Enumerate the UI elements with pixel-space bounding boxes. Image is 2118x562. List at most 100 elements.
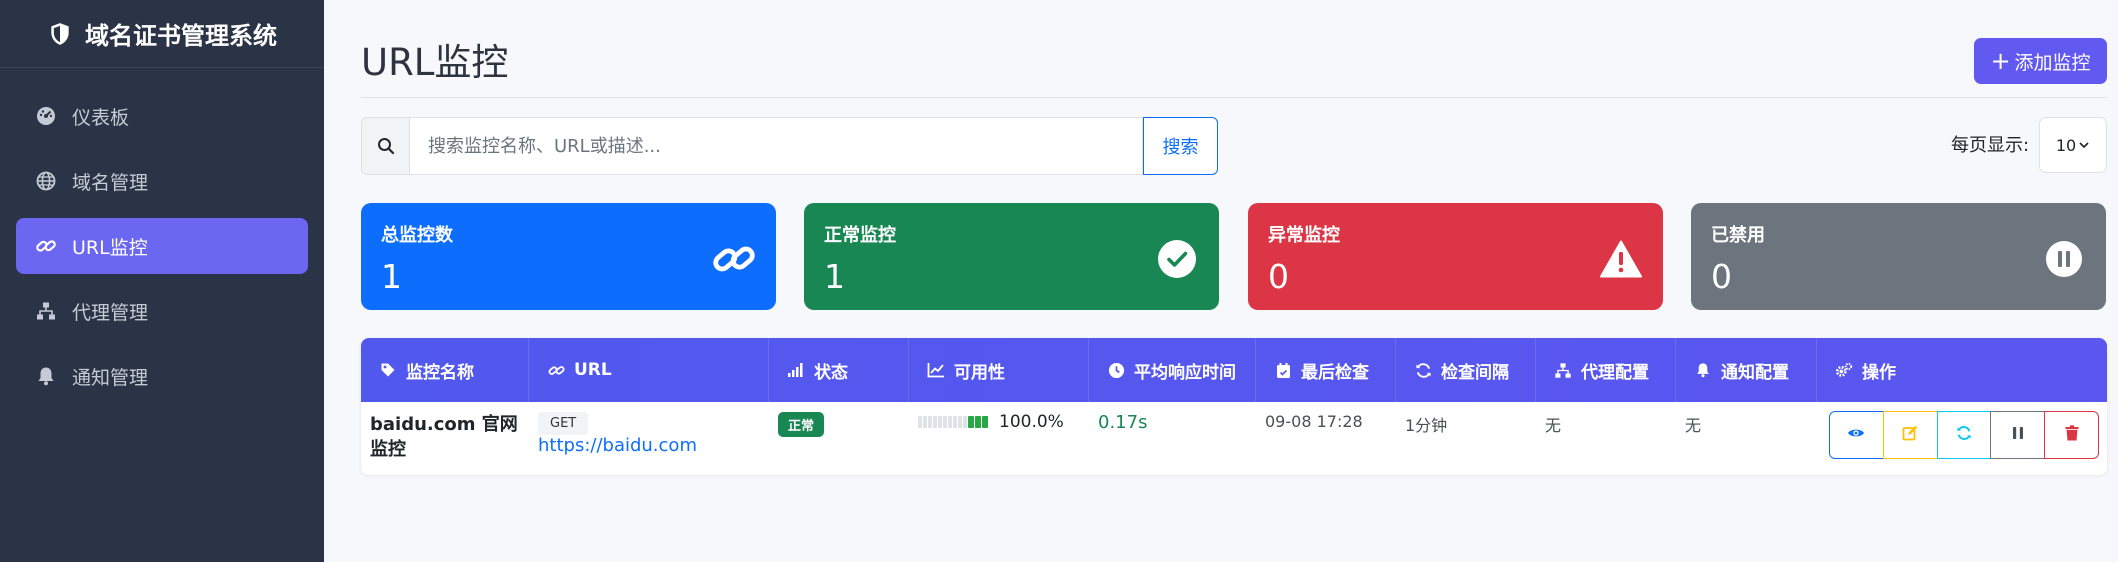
stat-label: 异常监控: [1268, 225, 1340, 246]
cell-name: baidu.com 官网 监控: [361, 402, 529, 475]
monitor-table: 监控名称 URL 状态 可用性 平均响应时间 最后检查 检查间隔 代理配置 通知…: [361, 338, 2107, 475]
stat-value: 0: [1711, 257, 1732, 296]
stat-card-error: 异常监控 0: [1248, 203, 1663, 310]
table-row: baidu.com 官网 监控 GET https://baidu.com 正常…: [361, 402, 2107, 475]
stat-card-normal: 正常监控 1: [804, 203, 1219, 310]
search-button[interactable]: 搜索: [1143, 117, 1218, 175]
page-title: URL监控: [361, 41, 509, 84]
check-circle-icon: [1155, 237, 1199, 281]
bell-icon: [34, 364, 58, 388]
notify-value: 无: [1685, 416, 1702, 435]
search-input[interactable]: [409, 117, 1143, 175]
cell-interval: 1分钟: [1396, 402, 1536, 475]
shield-icon: [47, 21, 73, 47]
add-monitor-button[interactable]: + 添加监控: [1974, 38, 2107, 84]
network-icon: [1554, 361, 1572, 379]
clock-icon: [1107, 361, 1125, 379]
sidebar-item-domains[interactable]: 域名管理: [16, 153, 308, 209]
signal-icon: [787, 361, 805, 379]
bell-icon: [1694, 361, 1712, 379]
per-page-select[interactable]: 10: [2039, 117, 2107, 173]
add-monitor-label: 添加监控: [2014, 51, 2091, 74]
header-divider: [361, 97, 2107, 98]
monitor-name[interactable]: baidu.com 官网 监控: [370, 412, 520, 462]
availability-value: 100.0%: [999, 412, 1064, 432]
edit-icon: [1902, 425, 1918, 446]
sidebar-item-label: URL监控: [72, 236, 148, 259]
column-header-last-check: 最后检查: [1256, 338, 1396, 402]
availability-bars: [918, 416, 989, 428]
link-icon: [34, 234, 58, 258]
stat-label: 总监控数: [381, 225, 453, 246]
trash-icon: [2065, 424, 2079, 446]
sync-icon: [1956, 425, 1972, 446]
column-header-url: URL: [529, 338, 769, 402]
edit-button[interactable]: [1882, 411, 1938, 459]
plus-icon: +: [1990, 47, 2011, 75]
cell-actions: [1817, 402, 2107, 475]
column-header-actions: 操作: [1817, 338, 2107, 402]
column-header-status: 状态: [769, 338, 909, 402]
link-icon: [712, 237, 756, 281]
stat-value: 0: [1268, 257, 1289, 296]
column-header-name: 监控名称: [361, 338, 529, 402]
cell-response-time: 0.17s: [1089, 402, 1256, 475]
tag-icon: [379, 361, 397, 379]
response-time-value: 0.17s: [1098, 412, 1148, 433]
sync-icon: [1414, 361, 1432, 379]
stat-card-total: 总监控数 1: [361, 203, 776, 310]
url-link[interactable]: https://baidu.com: [538, 435, 697, 456]
stat-value: 1: [824, 257, 845, 296]
gears-icon: [1835, 361, 1853, 379]
pause-icon: [2012, 425, 2024, 445]
chart-line-icon: [927, 361, 945, 379]
per-page-value: 10: [2055, 135, 2077, 155]
column-header-proxy: 代理配置: [1536, 338, 1676, 402]
warning-icon: [1599, 237, 1643, 281]
interval-value: 1分钟: [1405, 416, 1448, 435]
cell-status: 正常: [769, 402, 909, 475]
sidebar-item-dashboard[interactable]: 仪表板: [16, 88, 308, 144]
sidebar-item-label: 代理管理: [72, 301, 149, 324]
column-header-notify: 通知配置: [1676, 338, 1817, 402]
globe-icon: [34, 169, 58, 193]
cell-notify: 无: [1676, 402, 1817, 475]
proxy-value: 无: [1545, 416, 1562, 435]
check-now-button[interactable]: [1936, 411, 1992, 459]
sidebar-item-notifications[interactable]: 通知管理: [16, 348, 308, 404]
cell-url: GET https://baidu.com: [529, 402, 769, 475]
pause-circle-icon: [2042, 237, 2086, 281]
stat-card-disabled: 已禁用 0: [1691, 203, 2106, 310]
delete-button[interactable]: [2044, 411, 2099, 459]
cell-proxy: 无: [1536, 402, 1676, 475]
eye-icon: [1847, 425, 1865, 445]
chevron-down-icon: [2078, 139, 2090, 151]
sidebar-item-proxy[interactable]: 代理管理: [16, 283, 308, 339]
brand: 域名证书管理系统: [0, 0, 324, 68]
link-icon: [547, 361, 565, 379]
sidebar-nav: 仪表板 域名管理 URL监控 代理管理 通知管理: [0, 68, 324, 433]
cell-last-check: 09-08 17:28: [1256, 402, 1396, 475]
sidebar-item-label: 仪表板: [72, 106, 130, 129]
last-check-value: 09-08 17:28: [1265, 412, 1363, 431]
table-header: 监控名称 URL 状态 可用性 平均响应时间 最后检查 检查间隔 代理配置 通知…: [361, 338, 2107, 402]
stat-value: 1: [381, 257, 402, 296]
main-content: URL监控 + 添加监控 搜索 每页显示: 10 总监控数 1 正常监控 1 异…: [324, 0, 2118, 562]
calendar-icon: [1274, 361, 1292, 379]
network-icon: [34, 299, 58, 323]
status-badge: 正常: [778, 412, 825, 437]
sidebar-item-label: 通知管理: [72, 366, 149, 389]
sidebar-item-label: 域名管理: [72, 171, 149, 194]
column-header-response-time: 平均响应时间: [1089, 338, 1256, 402]
app-title: 域名证书管理系统: [85, 22, 277, 50]
search-group: 搜索: [361, 117, 1218, 175]
sidebar: 域名证书管理系统 仪表板 域名管理 URL监控 代理管理 通知管理: [0, 0, 324, 562]
pause-button[interactable]: [1990, 411, 2046, 459]
column-header-availability: 可用性: [909, 338, 1089, 402]
cell-availability: 100.0%: [909, 402, 1089, 475]
search-icon: [361, 117, 409, 175]
stat-label: 已禁用: [1711, 225, 1765, 246]
dashboard-icon: [34, 104, 58, 128]
view-button[interactable]: [1829, 411, 1884, 459]
sidebar-item-url-monitor[interactable]: URL监控: [16, 218, 308, 274]
